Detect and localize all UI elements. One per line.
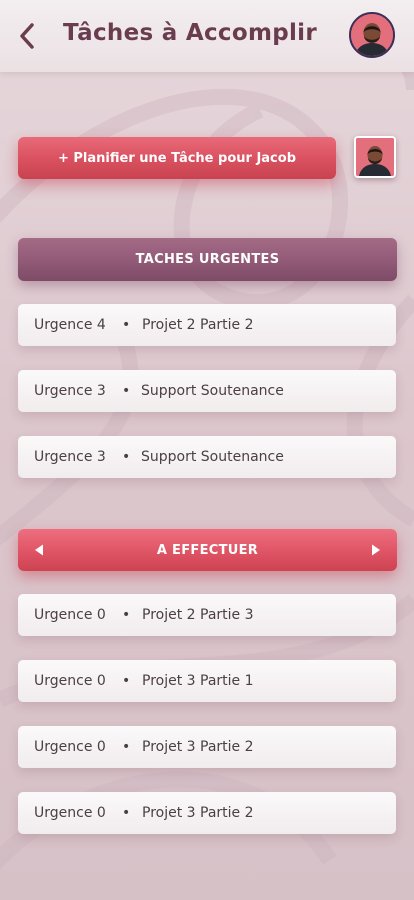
task-name: Projet 3 Partie 2 bbox=[142, 739, 254, 755]
user-avatar-image bbox=[356, 138, 394, 176]
task-urgency: Urgence 0 bbox=[34, 673, 106, 689]
separator: • bbox=[122, 805, 131, 821]
task-urgency: Urgence 3 bbox=[34, 449, 106, 465]
urgent-tasks-header: TACHES URGENTES bbox=[18, 238, 397, 281]
separator: • bbox=[122, 739, 131, 755]
separator: • bbox=[122, 383, 131, 399]
todo-tasks-header: A EFFECTUER bbox=[18, 529, 397, 571]
separator: • bbox=[122, 317, 131, 333]
section-title: A EFFECTUER bbox=[156, 542, 259, 558]
task-urgency: Urgence 0 bbox=[34, 805, 106, 821]
task-name: Projet 3 Partie 1 bbox=[142, 673, 254, 689]
separator: • bbox=[122, 449, 131, 465]
task-item[interactable]: Urgence 3 • Support Soutenance bbox=[18, 370, 396, 412]
triangle-right-icon bbox=[372, 544, 380, 556]
task-name: Support Soutenance bbox=[141, 383, 284, 399]
page-title: Tâches à Accomplir bbox=[63, 20, 318, 46]
section-title: TACHES URGENTES bbox=[135, 252, 280, 267]
next-button[interactable] bbox=[368, 542, 384, 558]
chevron-left-icon bbox=[20, 23, 34, 49]
task-item[interactable]: Urgence 3 • Support Soutenance bbox=[18, 436, 396, 478]
task-urgency: Urgence 4 bbox=[34, 317, 106, 333]
task-urgency: Urgence 0 bbox=[34, 607, 106, 623]
avatar[interactable] bbox=[349, 12, 395, 58]
task-urgency: Urgence 0 bbox=[34, 739, 106, 755]
task-item[interactable]: Urgence 4 • Projet 2 Partie 2 bbox=[18, 304, 396, 346]
task-name: Projet 2 Partie 2 bbox=[142, 317, 254, 333]
triangle-left-icon bbox=[35, 544, 43, 556]
task-name: Projet 2 Partie 3 bbox=[142, 607, 254, 623]
task-name: Support Soutenance bbox=[141, 449, 284, 465]
task-item[interactable]: Urgence 0 • Projet 3 Partie 1 bbox=[18, 660, 396, 702]
assignee-avatar[interactable] bbox=[354, 136, 396, 178]
task-urgency: Urgence 3 bbox=[34, 383, 106, 399]
separator: • bbox=[122, 607, 131, 623]
back-button[interactable] bbox=[12, 18, 42, 54]
plan-task-button[interactable]: + Planifier une Tâche pour Jacob bbox=[18, 137, 336, 179]
separator: • bbox=[122, 673, 131, 689]
task-item[interactable]: Urgence 0 • Projet 3 Partie 2 bbox=[18, 726, 396, 768]
previous-button[interactable] bbox=[31, 542, 47, 558]
task-item[interactable]: Urgence 0 • Projet 3 Partie 2 bbox=[18, 792, 396, 834]
task-item[interactable]: Urgence 0 • Projet 2 Partie 3 bbox=[18, 594, 396, 636]
user-avatar-image bbox=[351, 14, 393, 56]
top-bar: Tâches à Accomplir bbox=[0, 0, 414, 72]
task-name: Projet 3 Partie 2 bbox=[142, 805, 254, 821]
